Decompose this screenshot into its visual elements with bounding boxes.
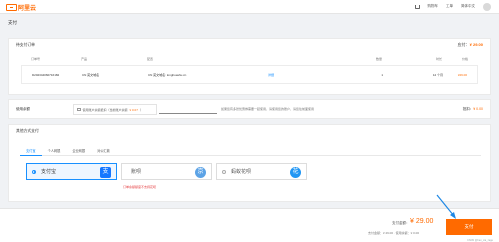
config: CN 英文域名: longhuashu.cn	[148, 72, 187, 77]
huabei-warning: 订单余额额度不支持花呗	[123, 185, 157, 189]
avatar[interactable]	[483, 3, 491, 11]
tab-wire-transfer[interactable]: 对公汇款	[91, 146, 116, 156]
language-link[interactable]: 简体中文	[461, 4, 475, 9]
order-total: 应付：¥ 29.00	[458, 42, 483, 48]
annotation-arrow-icon	[436, 194, 456, 219]
coupon-input[interactable]	[159, 105, 217, 114]
price: ¥29.00	[457, 72, 467, 77]
column-price: 价格	[461, 57, 468, 61]
top-bar: 阿里云 购物车 工单 简体中文	[0, 0, 499, 14]
logo[interactable]: 阿里云	[6, 3, 36, 12]
payment-methods: 支付宝 支 账呗 京 蚂蚁花呗 花	[26, 163, 307, 180]
table-row: D202344060716182 CN 英文域名 CN 英文域名: longhu…	[21, 65, 478, 84]
huabei-icon: 花	[290, 167, 301, 178]
aliyun-logo-icon	[6, 4, 17, 11]
column-order-id: 订单号	[31, 57, 41, 61]
balance-amount: ¥ 0.07	[129, 107, 138, 112]
method-jd-label: 账呗	[131, 169, 142, 175]
order-id: D202344060716182	[32, 72, 60, 77]
balance-label: 使用余额	[16, 107, 30, 111]
duration: 12 个月	[432, 72, 443, 77]
top-links: 购物车 工单 简体中文	[414, 4, 475, 9]
order-card: 待支付订单 应付：¥ 29.00 订单号 产品 配置 数量 时长 价格 D202…	[8, 38, 491, 95]
deduct-value: ¥ 0.00	[473, 107, 483, 111]
column-duration: 时长	[435, 57, 442, 61]
method-huabei[interactable]: 蚂蚁花呗 花	[216, 163, 307, 180]
alipay-icon: 支	[100, 167, 111, 178]
tab-enterprise-bank[interactable]: 企业网银	[66, 146, 91, 156]
deduct-label: 抵扣：	[462, 107, 474, 111]
deduct-amount: 抵扣：¥ 0.00	[463, 107, 483, 112]
payment-tabs: 支付宝 个人网银 企业网银 对公汇款	[20, 146, 481, 156]
coupon-tip: 如果您有多张优惠券需要一起使用，请使用您的账户，请您往前面使用	[221, 107, 315, 111]
radio-huabei[interactable]	[222, 169, 226, 174]
column-blank	[267, 57, 327, 61]
ticket-link[interactable]: 工单	[446, 4, 453, 9]
page-title: 支付	[8, 20, 17, 25]
cart-icon[interactable]	[414, 4, 420, 9]
pay-summary: 支付金额：¥ 29.00 · 使用余额：¥ 0.00	[368, 231, 420, 235]
tab-personal-bank[interactable]: 个人网银	[42, 146, 67, 156]
balance-checkbox-row[interactable]: 使用账户余额抵扣（当前账户余额 ¥ 0.07）	[73, 104, 157, 115]
column-config: 配置	[147, 57, 154, 61]
balance-card: 使用余额 使用账户余额抵扣（当前账户余额 ¥ 0.07） 如果您有多张优惠券需要一…	[8, 99, 491, 119]
pay-amount-value: ¥ 29.00	[410, 218, 434, 225]
order-table-header: 订单号 产品 配置 数量 时长 价格	[21, 57, 478, 61]
order-section-title: 待支付订单	[16, 43, 35, 47]
method-huabei-label: 蚂蚁花呗	[231, 169, 252, 175]
balance-checkbox[interactable]	[77, 107, 81, 112]
jd-icon: 京	[195, 167, 206, 178]
detail-link[interactable]: 详细	[268, 73, 328, 77]
method-alipay[interactable]: 支付宝 支	[26, 163, 117, 180]
column-quantity: 数量	[375, 57, 382, 61]
column-product: 产品	[81, 57, 88, 61]
method-alipay-label: 支付宝	[41, 169, 57, 175]
logo-text: 阿里云	[18, 6, 37, 12]
method-jd[interactable]: 账呗 京	[121, 163, 212, 180]
balance-checkbox-text: 使用账户余额抵扣（当前账户余额	[82, 107, 128, 112]
balance-suffix: ）	[139, 107, 143, 112]
tab-alipay[interactable]: 支付宝	[20, 146, 42, 156]
quantity: 1	[381, 72, 383, 77]
payment-section-title: 其他方式支付	[16, 129, 39, 133]
pay-amount-label: 支付金额：	[392, 221, 410, 225]
cart-link[interactable]: 购物车	[428, 4, 439, 9]
order-total-value: ¥ 29.00	[469, 42, 483, 47]
payment-footer: 支付金额： ¥ 29.00 支付金额：¥ 29.00 · 使用余额：¥ 0.00…	[0, 208, 499, 242]
payment-card: 其他方式支付 支付宝 个人网银 企业网银 对公汇款 支付宝 支 账呗 京 蚂蚁花…	[8, 124, 491, 202]
pay-button[interactable]: 支付	[446, 219, 492, 235]
product: CN 英文域名	[82, 72, 100, 77]
radio-alipay[interactable]	[32, 169, 36, 174]
order-total-label: 应付：	[457, 42, 470, 47]
